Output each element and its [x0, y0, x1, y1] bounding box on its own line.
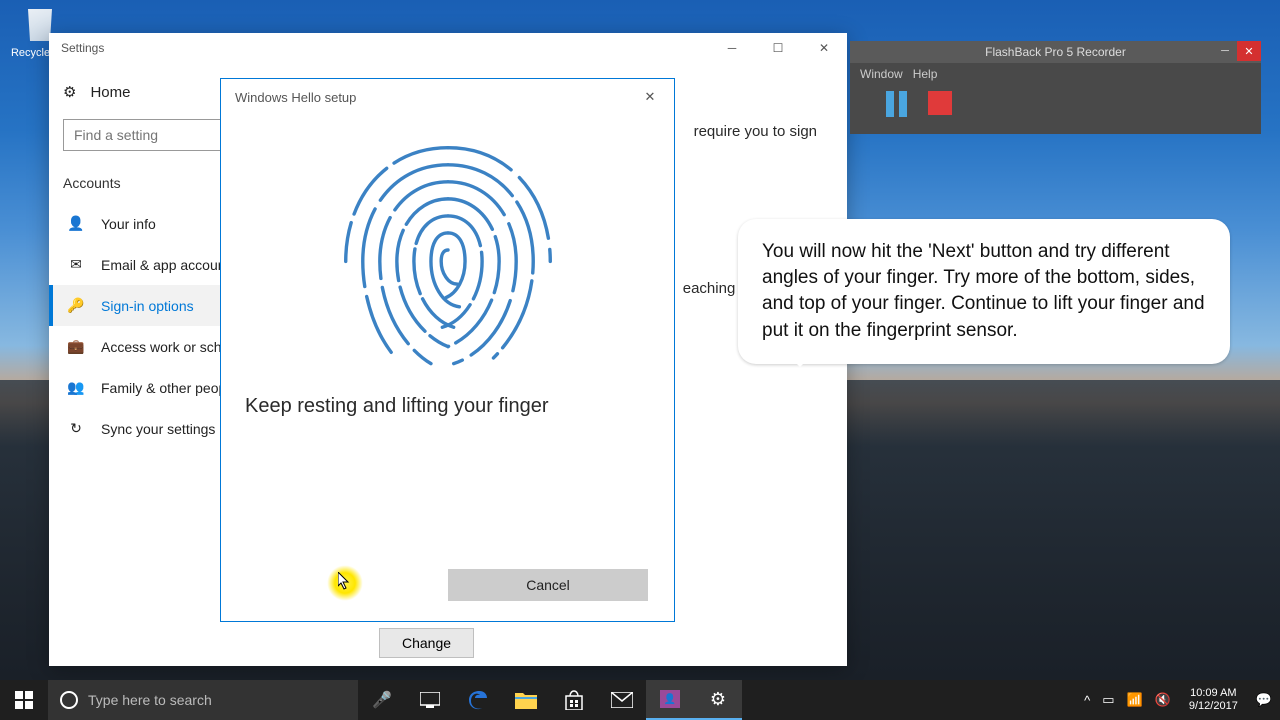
wifi-icon[interactable]: 📶 [1127, 692, 1143, 708]
maximize-button[interactable]: ☐ [755, 33, 801, 63]
recorder-minimize[interactable]: ─ [1213, 41, 1237, 61]
cortana-icon [60, 691, 78, 709]
mail-icon[interactable] [598, 680, 646, 720]
pause-button[interactable] [886, 91, 910, 117]
nav-label: Sign-in options [101, 298, 194, 314]
edge-icon[interactable] [454, 680, 502, 720]
cancel-button[interactable]: Cancel [448, 569, 648, 601]
recorder-taskbar-icon[interactable]: 👤 [646, 680, 694, 720]
user-icon: 👤 [67, 215, 85, 232]
minimize-button[interactable]: ─ [709, 33, 755, 63]
recorder-title: FlashBack Pro 5 Recorder [985, 45, 1126, 59]
recorder-menu-window[interactable]: Window [860, 67, 903, 81]
tutorial-callout: You will now hit the 'Next' button and t… [738, 219, 1230, 364]
settings-taskbar-icon[interactable]: ⚙ [694, 680, 742, 720]
nav-label: Email & app accounts [101, 257, 236, 273]
recorder-menu-help[interactable]: Help [913, 67, 938, 81]
recorder-close[interactable]: ✕ [1237, 41, 1261, 61]
people-icon: 👥 [67, 379, 85, 396]
dialog-message: Keep resting and lifting your finger [221, 395, 674, 418]
clock[interactable]: 10:09 AM 9/12/2017 [1183, 687, 1244, 713]
fingerprint-icon [333, 125, 563, 375]
tray-chevron-icon[interactable]: ^ [1084, 693, 1090, 708]
callout-text: You will now hit the 'Next' button and t… [762, 241, 1205, 341]
key-icon: 🔑 [67, 297, 85, 314]
dialog-title: Windows Hello setup [235, 90, 356, 105]
battery-icon[interactable]: ▭ [1102, 692, 1114, 708]
change-button[interactable]: Change [379, 628, 474, 658]
recorder-window: FlashBack Pro 5 Recorder ─ ✕ Window Help [850, 41, 1261, 134]
store-icon[interactable] [550, 680, 598, 720]
search-placeholder: Type here to search [88, 692, 212, 708]
close-button[interactable]: ✕ [801, 33, 847, 63]
stop-button[interactable] [928, 91, 952, 115]
date-label: 9/12/2017 [1189, 700, 1238, 713]
task-view-icon[interactable] [406, 680, 454, 720]
briefcase-icon: 💼 [67, 338, 85, 355]
settings-titlebar: Settings ─ ☐ ✕ [49, 33, 847, 63]
explorer-icon[interactable] [502, 680, 550, 720]
mail-icon: ✉ [67, 256, 85, 273]
mic-icon[interactable]: 🎤 [358, 680, 406, 720]
sync-icon: ↻ [67, 420, 85, 437]
gear-icon: ⚙ [63, 83, 76, 101]
start-button[interactable] [0, 680, 48, 720]
home-label: Home [90, 84, 130, 101]
nav-label: Your info [101, 216, 156, 232]
hello-dialog: Windows Hello setup ✕ Keep resting and l… [220, 78, 675, 622]
taskbar: Type here to search 🎤 👤 ⚙ ^ ▭ 📶 🔇 10:09 … [0, 680, 1280, 720]
time-label: 10:09 AM [1189, 687, 1238, 700]
action-center-icon[interactable]: 💬 [1256, 692, 1272, 708]
cortana-search[interactable]: Type here to search [48, 680, 358, 720]
volume-icon[interactable]: 🔇 [1155, 692, 1171, 708]
nav-label: Sync your settings [101, 421, 215, 437]
window-title: Settings [61, 41, 104, 55]
cursor-pointer-icon [338, 572, 350, 590]
close-icon[interactable]: ✕ [640, 89, 660, 105]
nav-label: Family & other people [101, 380, 237, 396]
